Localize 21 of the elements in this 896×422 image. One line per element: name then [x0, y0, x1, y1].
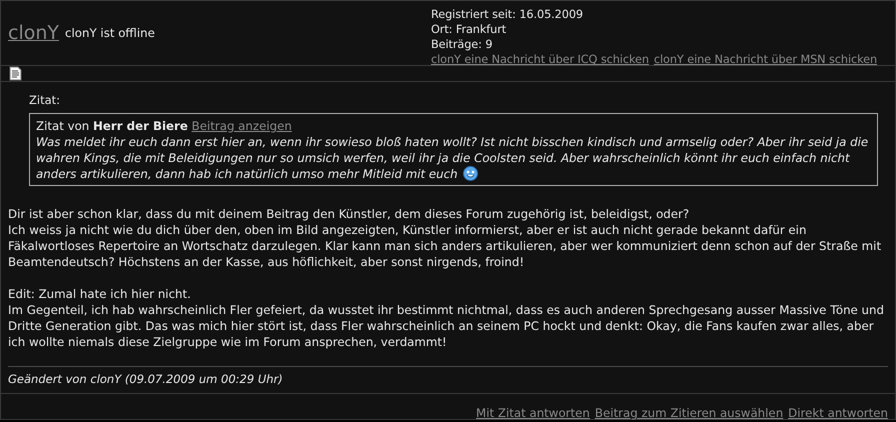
contact-link[interactable]: clonY eine Nachricht über MSN schicken — [654, 52, 878, 67]
reply-link[interactable]: Direkt antworten — [788, 406, 888, 420]
quote-label: Zitat: — [29, 92, 62, 108]
user-info: Ort: Frankfurt — [431, 22, 508, 37]
post-text: Dir ist aber schon klar, dass du mit deinem Beitrag den Künstler, dem dieses Forum zugehörig ist, beleidigst, oder? — [8, 206, 690, 222]
edit-note: Geändert von clonY (09.07.2009 um 00:29 Uhr) — [8, 372, 283, 386]
reply-link[interactable]: Beitrag zum Zitieren auswählen — [594, 406, 784, 420]
user-info: Registriert seit: 16.05.2009 — [431, 7, 584, 22]
post-text: Edit: Zumal hate ich hier nicht. — [8, 286, 192, 302]
contact-link[interactable]: clonY eine Nachricht über ICQ schicken — [431, 52, 649, 67]
quote-text: Was meldet ihr euch dann erst hier an, wenn ihr sowieso bloß haten wollt? Ist nicht bisschen kindisch und armselig oder? Aber ihr seid ja die wahren Kings, die mit Beleidigungen nur so umsich werfen, weil ihr ja die Coolsten seid. Aber wahrscheinlich könnt ihr euch einfach nicht anders artikulieren, dann hab ich natürlich umso mehr Mitleid mit euch — [36, 134, 870, 182]
document-icon — [9, 66, 22, 81]
reply-link[interactable]: Mit Zitat antworten — [476, 406, 590, 420]
user-info: Beiträge: 9 — [431, 37, 494, 52]
view-post-link[interactable]: Beitrag anzeigen — [192, 119, 292, 133]
online-status: clonY ist offline — [65, 26, 155, 40]
smiley-icon — [463, 166, 478, 181]
post-text: Ich weiss ja nicht wie du dich über den, oben im Bild angezeigten, Künstler informierst, aber er ist auch nicht gerade bekannt dafür ein Fäkalwortloses Repertoire an Wortschatz darzulegen. Klar kann man sich anders artikulieren, aber wer kommuniziert denn schon auf der Straße mit Beamtendeutsch? Höchstens an der Kasse, aus höflichkeit, aber sonst nirgends, froind! — [8, 222, 882, 270]
post-text: Im Gegenteil, ich hab wahrscheinlich Fler gefeiert, da wusstet ihr bestimmt nichtmal, dass es auch anderen Sprechgesang ausser Massive Töne und Dritte Generation gibt. Das was mich hier stört ist, dass Fler wahrscheinlich an seinem PC hockt und denkt: Okay, die Fans kaufen zwar alles, aber ich wollte niemals diese Zielgruppe wie im Forum ansprechen, verdammt! — [8, 302, 885, 350]
username-link[interactable]: clonY — [8, 22, 59, 44]
quote-author: Zitat von Herr der Biere — [36, 119, 188, 133]
